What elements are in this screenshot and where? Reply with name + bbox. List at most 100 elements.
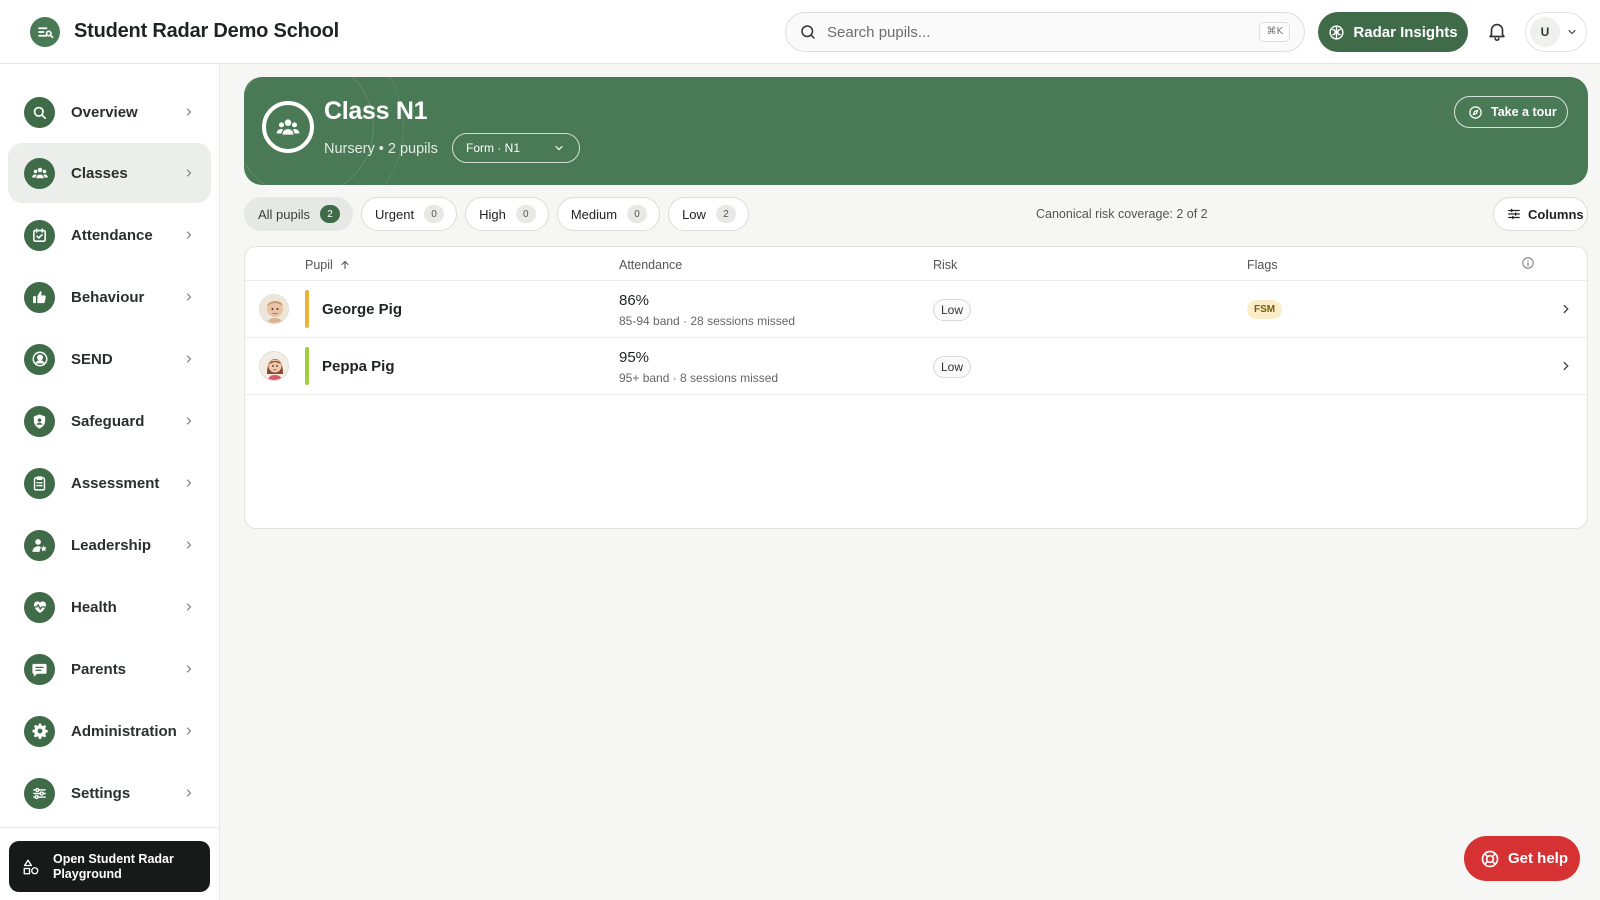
- pupils-table: Pupil Attendance Risk Flags George Pig 8…: [244, 246, 1588, 529]
- gear-icon: [24, 715, 55, 747]
- open-playground-label: Open Student Radar Playground: [53, 851, 174, 881]
- columns-label: Columns: [1528, 206, 1584, 222]
- class-people-icon: [262, 101, 314, 153]
- sidebar-item-label: Assessment: [71, 474, 160, 492]
- sidebar-item-administration[interactable]: Administration: [8, 701, 211, 761]
- column-header-risk[interactable]: Risk: [933, 258, 957, 272]
- filter-count: 0: [515, 205, 536, 223]
- table-header: Pupil Attendance Risk Flags: [245, 247, 1587, 281]
- compass-icon: [1469, 105, 1482, 119]
- chevron-right-icon[interactable]: [1559, 359, 1573, 373]
- filter-label: Urgent: [375, 206, 415, 222]
- sort-ascending-icon: [341, 260, 349, 270]
- filter-count: 0: [424, 205, 445, 223]
- form-select-value: Form · N1: [466, 141, 520, 155]
- filter-all-pupils[interactable]: All pupils 2: [244, 197, 354, 231]
- sidebar-item-label: Leadership: [71, 536, 152, 554]
- chevron-right-icon: [186, 727, 192, 735]
- user-menu[interactable]: U: [1525, 12, 1587, 52]
- heart-pulse-icon: [24, 591, 55, 623]
- chevron-down-icon: [1568, 29, 1576, 35]
- flag-badge: FSM: [1247, 300, 1283, 319]
- bell-icon[interactable]: [1486, 20, 1508, 42]
- info-icon[interactable]: [1521, 256, 1535, 270]
- brand[interactable]: Student Radar Demo School: [30, 16, 339, 47]
- pupil-name[interactable]: George Pig: [322, 301, 402, 318]
- sidebar-item-label: Classes: [71, 164, 128, 182]
- column-header-flags[interactable]: Flags: [1247, 258, 1278, 272]
- attendance-percent: 95%: [619, 349, 650, 366]
- take-a-tour-label: Take a tour: [1491, 105, 1557, 119]
- sidebar-item-classes[interactable]: Classes: [8, 143, 211, 203]
- table-row[interactable]: George Pig 86% 85-94 band · 28 sessions …: [245, 281, 1587, 338]
- sidebar-item-overview[interactable]: Overview: [8, 82, 211, 142]
- search-input[interactable]: [827, 23, 1247, 41]
- sidebar-item-label: SEND: [71, 350, 113, 368]
- sidebar-item-send[interactable]: SEND: [8, 329, 211, 389]
- radar-insights-label: Radar Insights: [1353, 23, 1458, 41]
- person-circle-icon: [24, 343, 55, 375]
- sidebar-item-settings[interactable]: Settings: [8, 763, 211, 823]
- chevron-right-icon: [186, 417, 192, 425]
- search-bar[interactable]: ⌘K: [785, 12, 1305, 52]
- filter-medium[interactable]: Medium 0: [556, 197, 661, 231]
- class-header-banner: Class N1 Nursery • 2 pupils Form · N1 Ta…: [244, 77, 1588, 185]
- filter-urgent[interactable]: Urgent 0: [361, 197, 458, 231]
- user-avatar: U: [1530, 17, 1560, 47]
- chevron-right-icon: [186, 479, 192, 487]
- column-header-label: Pupil: [305, 258, 333, 272]
- filter-count: 0: [627, 205, 648, 223]
- pupil-avatar: [259, 351, 289, 381]
- column-header-pupil[interactable]: Pupil: [305, 258, 351, 272]
- take-a-tour-button[interactable]: Take a tour: [1454, 96, 1568, 128]
- user-star-icon: [24, 529, 55, 561]
- chevron-right-icon[interactable]: [1559, 302, 1573, 316]
- sidebar-item-label: Behaviour: [71, 288, 145, 306]
- chevron-right-icon: [186, 665, 192, 673]
- radar-insights-button[interactable]: Radar Insights: [1318, 12, 1468, 52]
- filter-label: High: [479, 206, 506, 222]
- sidebar-item-label: Overview: [71, 103, 138, 121]
- sidebar-item-parents[interactable]: Parents: [8, 639, 211, 699]
- pupil-name[interactable]: Peppa Pig: [322, 358, 395, 375]
- columns-sliders-icon: [1508, 208, 1520, 220]
- chevron-right-icon: [186, 169, 192, 177]
- risk-badge: Low: [933, 299, 972, 321]
- chevron-right-icon: [186, 603, 192, 611]
- chevron-right-icon: [186, 355, 192, 363]
- column-header-attendance[interactable]: Attendance: [619, 258, 682, 272]
- chevron-right-icon: [186, 541, 192, 549]
- filter-high[interactable]: High 0: [465, 197, 549, 231]
- filter-low[interactable]: Low 2: [668, 197, 749, 231]
- sidebar-item-health[interactable]: Health: [8, 577, 211, 637]
- sidebar-item-label: Safeguard: [71, 412, 145, 430]
- lifebuoy-icon: [1481, 850, 1499, 867]
- radar-logo-icon: [30, 16, 60, 47]
- top-bar: Student Radar Demo School ⌘K Radar Insig…: [0, 0, 1600, 64]
- sidebar-item-label: Health: [71, 598, 117, 616]
- sidebar-item-safeguard[interactable]: Safeguard: [8, 391, 211, 451]
- sidebar-item-behaviour[interactable]: Behaviour: [8, 267, 211, 327]
- clipboard-list-icon: [24, 467, 55, 499]
- chevron-right-icon: [186, 293, 192, 301]
- chevron-right-icon: [186, 789, 192, 797]
- form-select[interactable]: Form · N1: [452, 133, 580, 163]
- brain-icon: [1329, 24, 1344, 40]
- sidebar-item-attendance[interactable]: Attendance: [8, 205, 211, 265]
- columns-button[interactable]: Columns: [1493, 197, 1588, 231]
- class-subtitle: Nursery • 2 pupils: [324, 141, 438, 157]
- chevron-right-icon: [186, 231, 192, 239]
- open-playground-button[interactable]: Open Student Radar Playground: [9, 841, 210, 892]
- table-row[interactable]: Peppa Pig 95% 95+ band · 8 sessions miss…: [245, 338, 1587, 395]
- filter-label: All pupils: [258, 206, 311, 222]
- risk-badge: Low: [933, 356, 972, 378]
- attendance-detail: 85-94 band · 28 sessions missed: [619, 314, 796, 328]
- chevron-down-icon: [555, 145, 563, 151]
- sidebar-item-leadership[interactable]: Leadership: [8, 515, 211, 575]
- calendar-check-icon: [24, 219, 55, 251]
- sidebar-item-label: Parents: [71, 660, 127, 678]
- risk-indicator-bar: [305, 290, 309, 328]
- sidebar-item-label: Administration: [71, 722, 177, 740]
- get-help-button[interactable]: Get help: [1464, 836, 1580, 881]
- sidebar-item-assessment[interactable]: Assessment: [8, 453, 211, 513]
